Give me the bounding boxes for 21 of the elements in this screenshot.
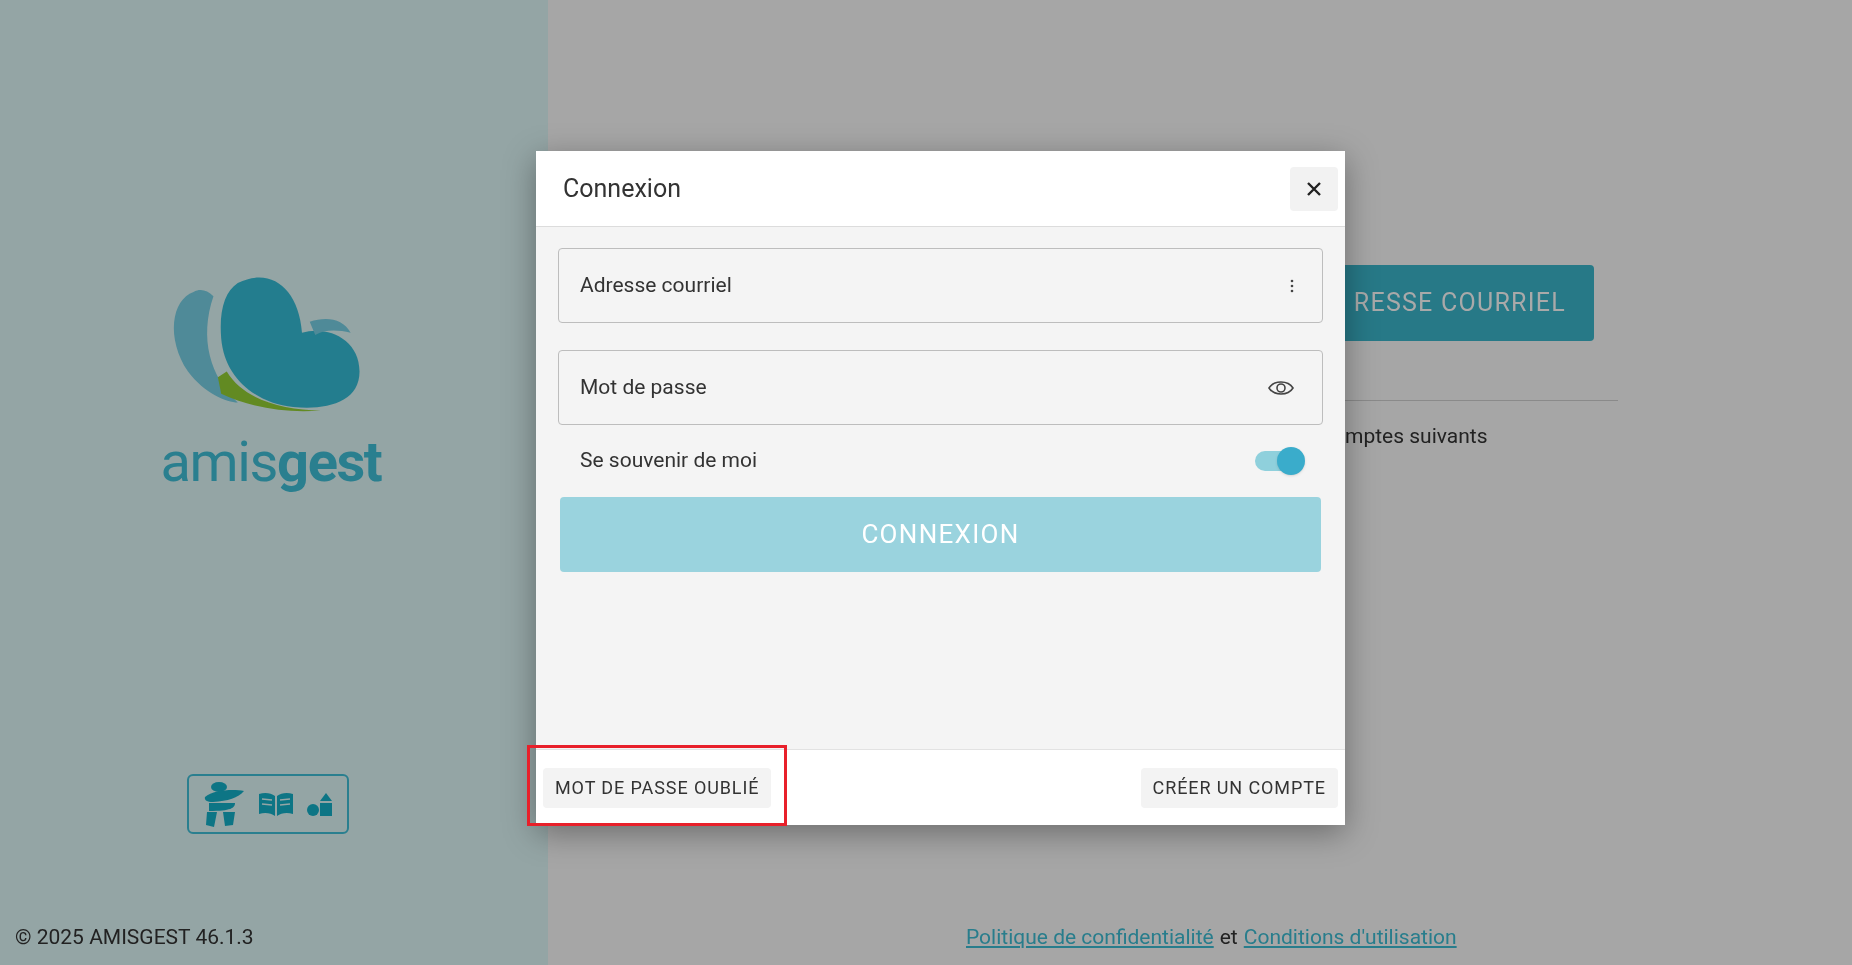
wordmark: amisgest [160,434,382,490]
close-button[interactable] [1290,166,1338,211]
shapes-icon [307,791,333,817]
accounts-text: mptes suivants [1345,423,1489,450]
remember-label: Se souvenir de moi [580,447,758,475]
footer-button[interactable]: MOT DE PASSE OUBLIÉ [543,767,772,808]
joiner-text: et [1219,923,1238,951]
eye-icon[interactable] [1268,378,1294,397]
privacy-link[interactable]: Politique de confidentialité [966,921,1214,953]
footer-button[interactable]: CRÉER UN COMPTE [1140,767,1338,808]
text-field[interactable]: Mot de passe [558,350,1323,425]
close-icon [1306,180,1322,197]
input-field[interactable]: Adresse courriel [580,269,1290,302]
dialog-title: Connexion [563,172,681,205]
figure-icon [203,781,245,827]
book-icon [257,790,295,818]
terms-link[interactable]: Conditions d'utilisation [1243,921,1457,953]
input-field[interactable]: Mot de passe [580,371,1268,404]
more-icon[interactable] [1290,278,1294,293]
copyright-text: © 2025 AMISGEST 46.1.3 [15,923,255,951]
text-field[interactable]: Adresse courriel [558,248,1323,323]
